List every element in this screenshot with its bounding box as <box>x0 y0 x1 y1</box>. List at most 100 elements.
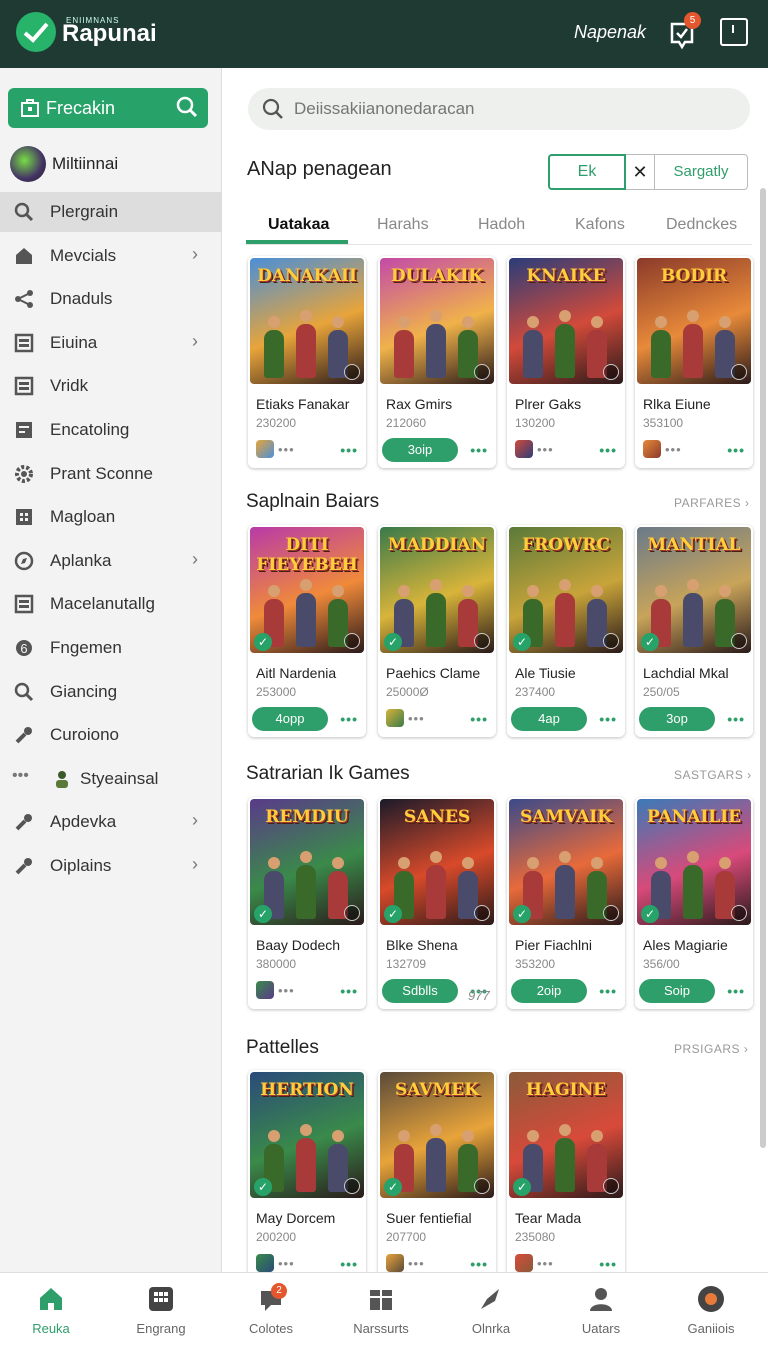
play-button[interactable]: 3oip <box>382 438 458 462</box>
play-button[interactable]: 4opp <box>252 707 328 731</box>
sidebar-item-dnaduls[interactable]: Dnaduls <box>0 279 222 319</box>
more-dots-icon[interactable]: ••• <box>340 1256 358 1272</box>
tab-hadoh[interactable]: Hadoh <box>478 216 525 234</box>
game-card[interactable]: KNAIKE Plrer Gaks 130200 ••• ••• <box>507 256 625 468</box>
nav-uatars[interactable]: Uatars <box>546 1273 656 1345</box>
option-icon[interactable] <box>603 905 619 921</box>
sidebar-item-eiuina[interactable]: Eiuina › <box>0 323 222 363</box>
option-icon[interactable] <box>731 364 747 380</box>
tab-divider <box>246 244 752 245</box>
play-button[interactable]: Sdblls <box>382 979 458 1003</box>
more-dots-icon[interactable]: ••• <box>599 1256 617 1272</box>
user-name[interactable]: Napenak <box>574 22 646 43</box>
more-dots-icon[interactable]: ••• <box>470 711 488 727</box>
option-icon[interactable] <box>474 1178 490 1194</box>
game-card[interactable]: PANAILIE ✓ Ales Magiarie 356/00 Soip ••• <box>635 797 753 1009</box>
game-card[interactable]: FROWRC ✓ Ale Tiusie 237400 4ap ••• <box>507 525 625 737</box>
more-dots-icon[interactable]: ••• <box>599 983 617 999</box>
option-icon[interactable] <box>344 364 360 380</box>
sidebar-item-aplanka[interactable]: Aplanka › <box>0 541 222 581</box>
game-card[interactable]: REMDIU ✓ Baay Dodech 380000 ••• ••• <box>248 797 366 1009</box>
nav-olnrka[interactable]: Olnrka <box>436 1273 546 1345</box>
nav-ganiiois[interactable]: Ganiiois <box>656 1273 766 1345</box>
more-dots-icon[interactable]: ••• <box>727 442 745 458</box>
option-icon[interactable] <box>474 905 490 921</box>
option-icon[interactable] <box>731 905 747 921</box>
search-input[interactable] <box>294 96 734 122</box>
sidebar-item-plergrain[interactable]: Plergrain <box>0 192 222 232</box>
sidebar-user[interactable]: Miltiinnai <box>8 144 218 184</box>
character-head <box>430 1124 442 1136</box>
option-icon[interactable] <box>731 633 747 649</box>
tab-kafons[interactable]: Kafons <box>575 216 625 234</box>
more-dots-icon[interactable]: ••• <box>727 711 745 727</box>
option-icon[interactable] <box>474 633 490 649</box>
game-cover-title: SANES <box>403 807 471 827</box>
game-name: Blke Shena <box>386 937 458 953</box>
nav-colotes[interactable]: Colotes <box>216 1273 326 1345</box>
more-dots-icon[interactable]: ••• <box>340 983 358 999</box>
tab-uatakaa[interactable]: Uatakaa <box>268 216 329 234</box>
option-icon[interactable] <box>344 905 360 921</box>
game-card[interactable]: SANES ✓ Blke Shena 132709 Sdblls ••• <box>378 797 496 1009</box>
sidebar-search-button[interactable]: Frecakin <box>8 88 208 128</box>
sidebar-item-curoiono[interactable]: Curoiono <box>0 715 222 755</box>
see-all-link[interactable]: SASTGARS › <box>674 768 752 782</box>
game-card[interactable]: SAVMEK ✓ Suer fentiefial 207700 ••• ••• <box>378 1070 496 1272</box>
more-dots-icon[interactable]: ••• <box>599 442 617 458</box>
option-icon[interactable] <box>474 364 490 380</box>
sidebar-item-macelanutallg[interactable]: Macelanutallg <box>0 584 222 624</box>
game-card[interactable]: DITI FIEYEBEH ✓ Aitl Nardenia 253000 4opp ••• <box>248 525 366 737</box>
play-button[interactable]: 2oip <box>511 979 587 1003</box>
option-icon[interactable] <box>603 633 619 649</box>
sidebar-item-prant-sconne[interactable]: Prant Sconne <box>0 454 222 494</box>
game-card[interactable]: MANTIAL ✓ Lachdial Mkal 250/05 3op ••• <box>635 525 753 737</box>
sidebar-item-styeainsal[interactable]: ••• Styeainsal <box>0 759 222 799</box>
logo-check-icon[interactable] <box>16 12 56 52</box>
see-all-link[interactable]: PARFARES › <box>674 496 749 510</box>
sidebar-item-giancing[interactable]: Giancing <box>0 672 222 712</box>
option-icon[interactable] <box>344 1178 360 1194</box>
sidebar-item-encatoling[interactable]: Encatoling <box>0 410 222 450</box>
nav-reuka[interactable]: Reuka <box>0 1273 106 1345</box>
sidebar-item-magloan[interactable]: Magloan <box>0 497 222 537</box>
character-head <box>300 310 312 322</box>
see-all-link[interactable]: PRSIGARS › <box>674 1042 748 1056</box>
sidebar-item-mevcials[interactable]: Mevcials › <box>0 236 222 276</box>
sidebar-item-oiplains[interactable]: Oiplains › <box>0 846 222 886</box>
more-dots-icon[interactable]: ••• <box>470 442 488 458</box>
nav-engrang[interactable]: Engrang <box>106 1273 216 1345</box>
tab-harahs[interactable]: Harahs <box>377 216 429 234</box>
game-card[interactable]: HERTION ✓ May Dorcem 200200 ••• ••• <box>248 1070 366 1272</box>
sidebar-item-apdevka[interactable]: Apdevka › <box>0 802 222 842</box>
play-button[interactable]: 3op <box>639 707 715 731</box>
more-dots-icon[interactable]: ••• <box>727 983 745 999</box>
search-bar[interactable] <box>248 88 750 130</box>
filter-sargatly-button[interactable]: Sargatly <box>654 154 748 190</box>
close-icon[interactable]: ✕ <box>626 154 654 190</box>
play-button[interactable]: 4ap <box>511 707 587 731</box>
game-card[interactable]: HAGINE ✓ Tear Mada 235080 ••• ••• <box>507 1070 625 1272</box>
game-card[interactable]: MADDIAN ✓ Paehics Clame 25000Ø ••• ••• <box>378 525 496 737</box>
more-dots-icon[interactable]: ••• <box>470 1256 488 1272</box>
more-dots-icon[interactable]: ••• <box>599 711 617 727</box>
game-card[interactable]: DANAKAII Etiaks Fanakar 230200 ••• ••• <box>248 256 366 468</box>
option-icon[interactable] <box>603 1178 619 1194</box>
sidebar-item-fngemen[interactable]: 6 Fngemen <box>0 628 222 668</box>
option-icon[interactable] <box>603 364 619 380</box>
nav-narssurts[interactable]: Narssurts <box>326 1273 436 1345</box>
more-dots-icon[interactable]: ••• <box>340 442 358 458</box>
game-card[interactable]: DULAKIK Rax Gmirs 212060 3oip ••• <box>378 256 496 468</box>
game-count: 356/00 <box>643 957 680 971</box>
play-button[interactable]: Soip <box>639 979 715 1003</box>
game-card[interactable]: SAMVAIK ✓ Pier Fiachlni 353200 2oip ••• <box>507 797 625 1009</box>
sidebar-item-vridk[interactable]: Vridk <box>0 366 222 406</box>
character-head <box>655 857 667 869</box>
scrollbar[interactable] <box>760 188 766 1148</box>
menu-icon[interactable] <box>720 18 748 46</box>
tab-dednckes[interactable]: Dednckes <box>666 216 737 234</box>
more-dots-icon[interactable]: ••• <box>340 711 358 727</box>
filter-ek-button[interactable]: Ek <box>548 154 626 190</box>
game-card[interactable]: BODIR Rlka Eiune 353100 ••• ••• <box>635 256 753 468</box>
option-icon[interactable] <box>344 633 360 649</box>
